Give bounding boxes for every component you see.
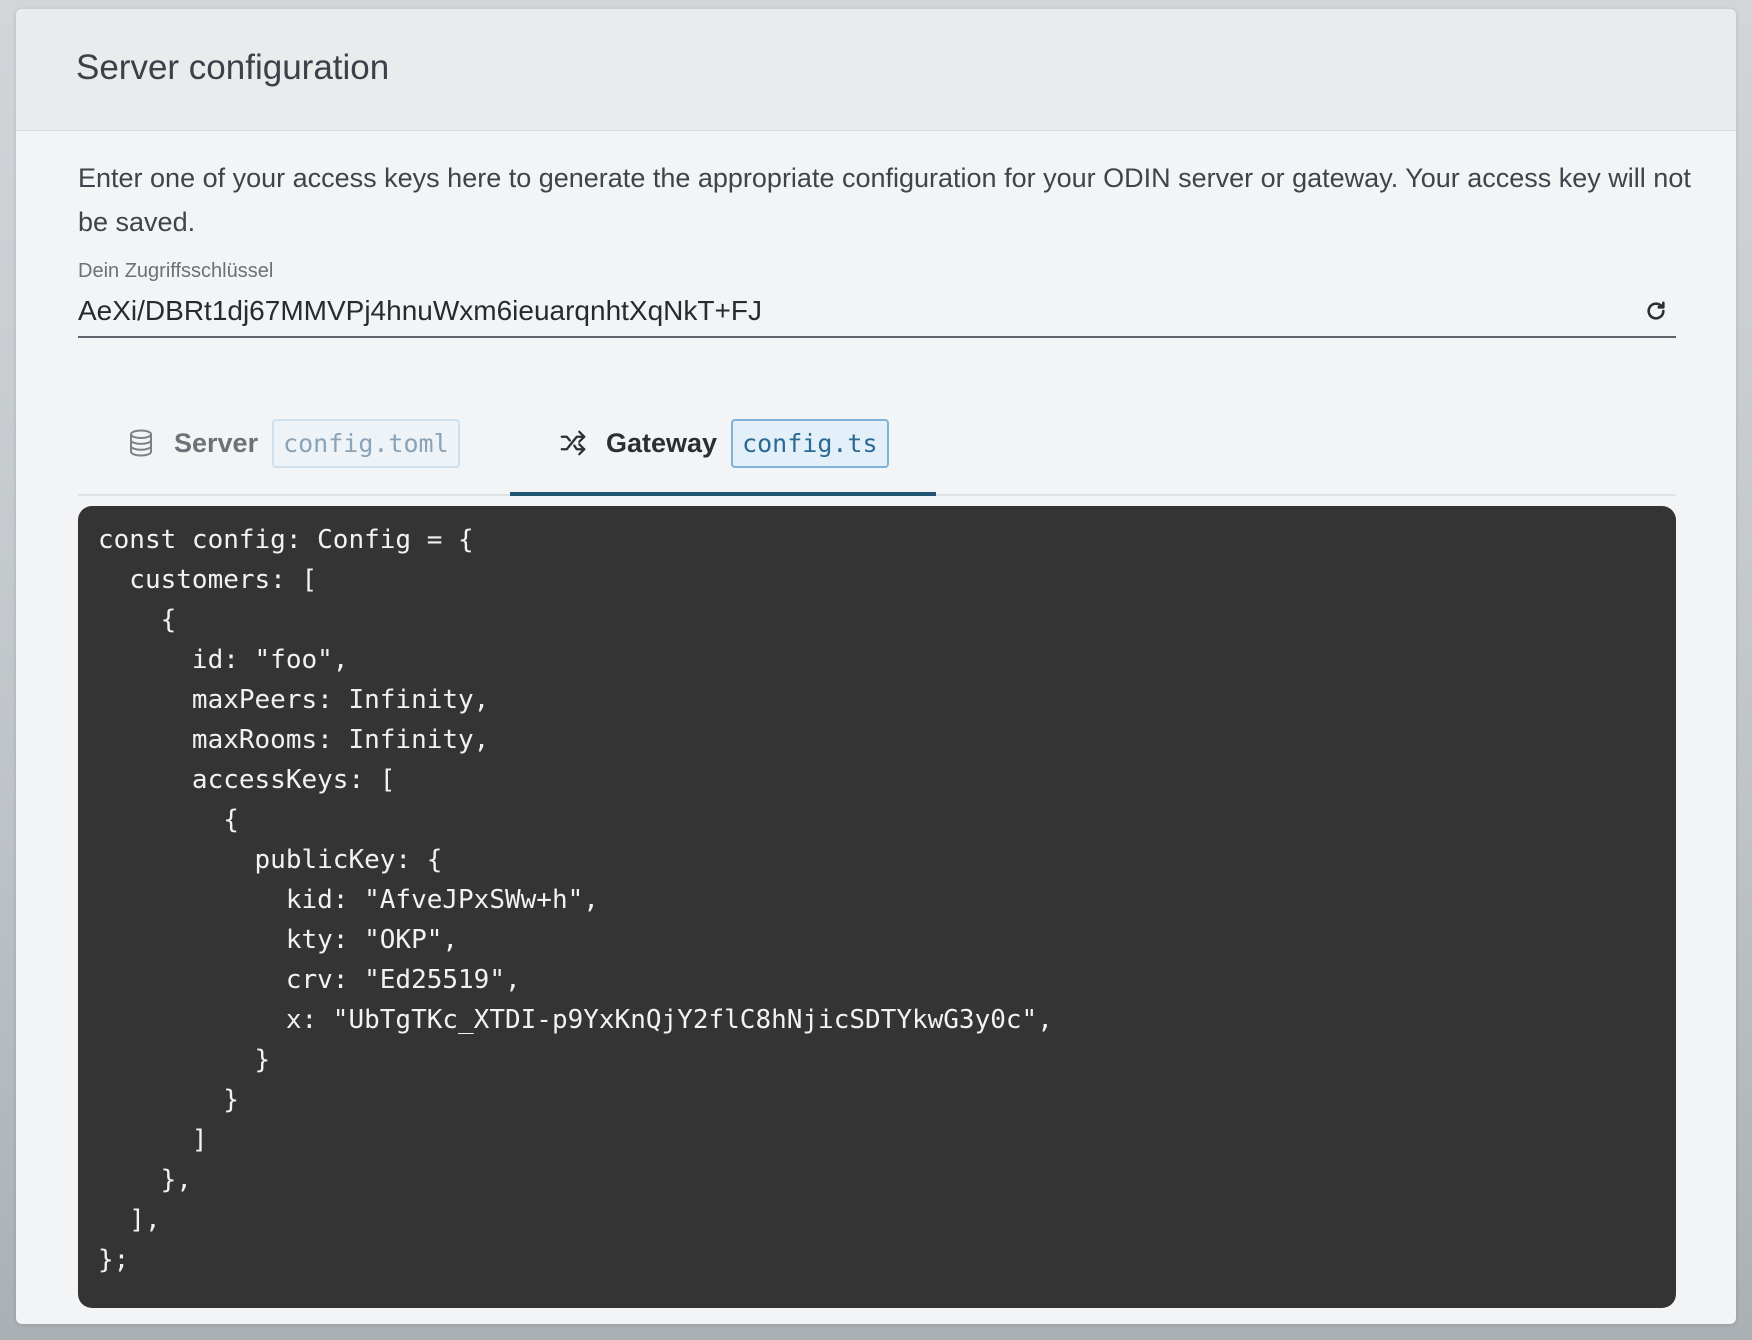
code-line: accessKeys: [	[98, 765, 396, 795]
code-line: const config: Config = {	[98, 525, 474, 555]
code-line: id: "foo",	[98, 645, 349, 675]
tab-gateway[interactable]: Gateway config.ts	[510, 394, 936, 496]
code-line: maxRooms: Infinity,	[98, 725, 490, 755]
code-line: kty: "OKP",	[98, 925, 459, 955]
tab-gateway-label: Gateway	[606, 427, 718, 458]
card-title: Server configuration	[76, 47, 390, 87]
code-line: {	[98, 605, 177, 635]
code-line: {	[98, 805, 239, 835]
code-block[interactable]: const config: Config = { customers: [ { …	[78, 506, 1676, 1308]
code-text: const config: Config = { customers: [ { …	[98, 520, 1656, 1280]
code-line: ]	[98, 1125, 208, 1155]
code-line: ],	[98, 1205, 161, 1235]
code-line: publicKey: {	[98, 845, 443, 875]
code-line: crv: "Ed25519",	[98, 965, 521, 995]
code-line: },	[98, 1165, 192, 1195]
shuffle-icon	[556, 426, 590, 460]
tab-server[interactable]: Server config.toml	[78, 394, 510, 492]
config-tabs: Server config.toml Gateway config.ts	[78, 394, 1676, 496]
tab-server-badge: config.toml	[272, 418, 460, 468]
database-icon	[124, 426, 158, 460]
code-line: }	[98, 1045, 271, 1075]
server-configuration-card: Server configuration Enter one of your a…	[16, 9, 1736, 1324]
code-line: kid: "AfveJPxSWw+h",	[98, 885, 599, 915]
access-key-label: Dein Zugriffsschlüssel	[78, 260, 274, 282]
code-line: maxPeers: Infinity,	[98, 685, 490, 715]
code-line: };	[98, 1245, 130, 1275]
access-key-input-row	[78, 286, 1676, 338]
tab-gateway-badge: config.ts	[731, 418, 889, 468]
access-key-input[interactable]	[78, 288, 1644, 334]
code-line: customers: [	[98, 565, 318, 595]
card-body: Enter one of your access keys here to ge…	[16, 156, 1736, 1308]
code-line: }	[98, 1085, 239, 1115]
tab-server-label: Server	[174, 427, 259, 458]
description-text: Enter one of your access keys here to ge…	[78, 163, 1691, 237]
code-line: x: "UbTgTKc_XTDI-p9YxKnQjY2flC8hNjicSDTY…	[98, 1005, 1053, 1035]
card-header: Server configuration	[16, 9, 1736, 131]
refresh-icon[interactable]	[1644, 299, 1668, 323]
access-key-field: Dein Zugriffsschlüssel	[78, 260, 1676, 338]
